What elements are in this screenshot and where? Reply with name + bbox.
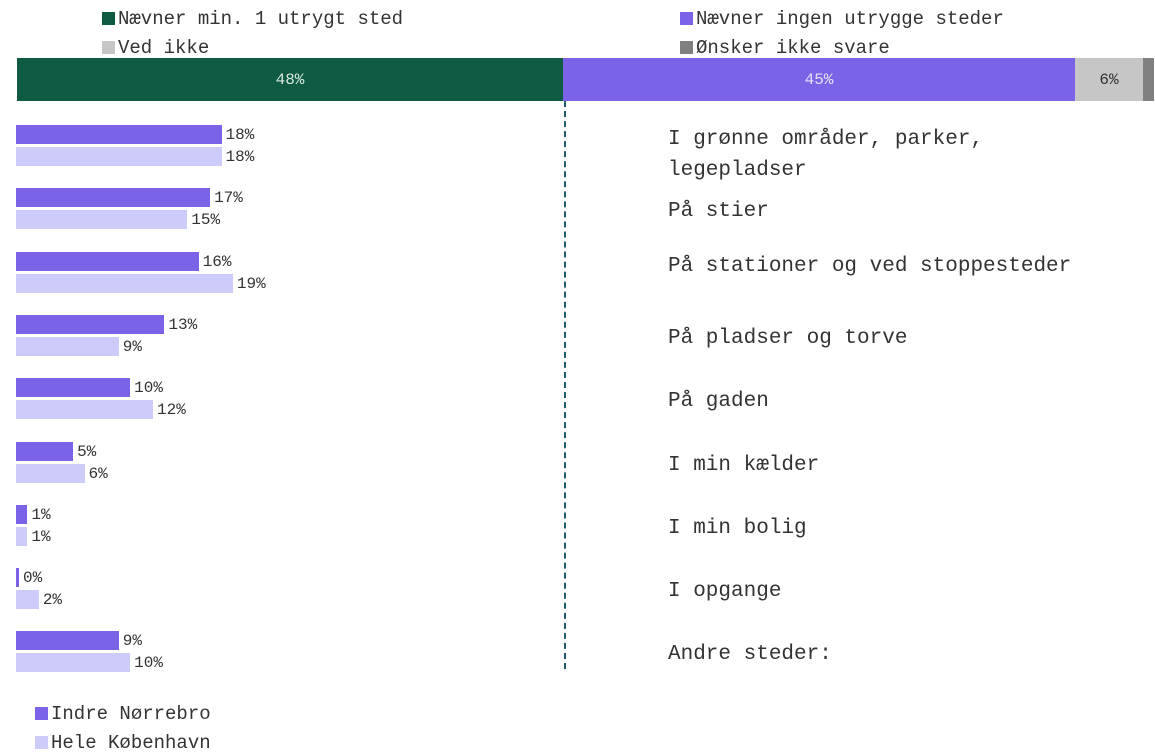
bar-indre-norrebro <box>16 378 131 398</box>
bar-value-label: 1% <box>31 505 51 524</box>
stacked-share-bar: 48% 45% 6% <box>17 58 1154 101</box>
legend-swatch <box>680 12 693 25</box>
category-label: På pladser og torve <box>668 326 908 350</box>
bar-value-label: 5% <box>77 442 97 461</box>
segment-value-label: 6% <box>1099 70 1119 89</box>
legend-item: Hele København <box>35 732 211 754</box>
bar-value-label: 17% <box>214 189 243 208</box>
legend-swatch <box>35 736 48 749</box>
legend-item: Ønsker ikke svare <box>680 37 890 59</box>
bar-indre-norrebro <box>16 441 74 461</box>
stack-segment <box>1143 58 1154 101</box>
divider-line <box>564 101 566 669</box>
legend-label: Ved ikke <box>118 37 210 59</box>
legend-swatch <box>102 12 115 25</box>
bar-hele-kobenhavn <box>16 400 153 420</box>
bar-value-label: 12% <box>157 401 186 420</box>
category-label: I grønne områder, parker, legepladser <box>668 128 984 182</box>
bar-value-label: 9% <box>122 632 142 651</box>
bar-value-label: 2% <box>42 591 63 610</box>
legend-swatch <box>680 41 693 54</box>
bar-indre-norrebro <box>16 631 119 651</box>
legend-item: Indre Nørrebro <box>35 703 211 725</box>
bar-hele-kobenhavn <box>16 273 233 293</box>
bar-hele-kobenhavn <box>16 526 28 546</box>
legend-label: Hele København <box>51 732 211 754</box>
bar-value-label: 0% <box>23 569 43 588</box>
category-label: I min kælder <box>668 453 820 477</box>
bar-value-label: 6% <box>88 464 108 483</box>
segment-value-label: 45% <box>804 70 834 89</box>
bar-hele-kobenhavn <box>16 653 131 673</box>
legend-item: Ved ikke <box>102 37 209 59</box>
category-label: På stationer og ved stoppesteder <box>668 254 1072 278</box>
bar-indre-norrebro <box>16 568 19 588</box>
bar-indre-norrebro <box>16 188 211 208</box>
bar-indre-norrebro <box>16 251 199 271</box>
bar-indre-norrebro <box>16 125 222 144</box>
bar-hele-kobenhavn <box>16 463 85 483</box>
bar-value-label: 10% <box>134 379 163 398</box>
legend-swatch <box>102 41 115 54</box>
legend-item: Nævner ingen utrygge steder <box>680 8 1004 30</box>
bar-value-label: 9% <box>122 337 142 356</box>
category-label: Andre steder: <box>668 643 832 667</box>
bar-value-label: 19% <box>236 274 266 293</box>
bar-value-label: 13% <box>168 315 198 334</box>
bar-value-label: 18% <box>225 126 255 144</box>
bar-value-label: 1% <box>31 527 51 546</box>
bar-hele-kobenhavn <box>16 336 119 356</box>
category-label: På stier <box>668 200 769 224</box>
legend-swatch <box>35 707 48 720</box>
legend-label: Indre Nørrebro <box>51 703 211 725</box>
bar-hele-kobenhavn <box>16 147 222 166</box>
stack-segment: 48% <box>17 58 563 101</box>
legend-label: Nævner ingen utrygge steder <box>696 8 1004 30</box>
bar-value-label: 15% <box>191 211 221 230</box>
bar-indre-norrebro <box>16 314 165 334</box>
segment-value-label: 48% <box>275 70 305 89</box>
stack-segment: 45% <box>563 58 1075 101</box>
category-label: I min bolig <box>668 516 807 540</box>
stack-segment: 6% <box>1075 58 1143 101</box>
legend-label: Ønsker ikke svare <box>696 37 890 59</box>
bar-hele-kobenhavn <box>16 210 188 230</box>
bar-value-label: 16% <box>202 252 232 271</box>
bar-indre-norrebro <box>16 504 28 524</box>
category-label: På gaden <box>668 390 769 414</box>
legend-label: Nævner min. 1 utrygt sted <box>118 8 404 30</box>
category-label: I opgange <box>668 580 782 604</box>
bar-hele-kobenhavn <box>16 590 39 610</box>
legend-item: Nævner min. 1 utrygt sted <box>102 8 403 30</box>
bar-value-label: 10% <box>134 654 163 673</box>
bar-value-label: 18% <box>225 148 255 166</box>
